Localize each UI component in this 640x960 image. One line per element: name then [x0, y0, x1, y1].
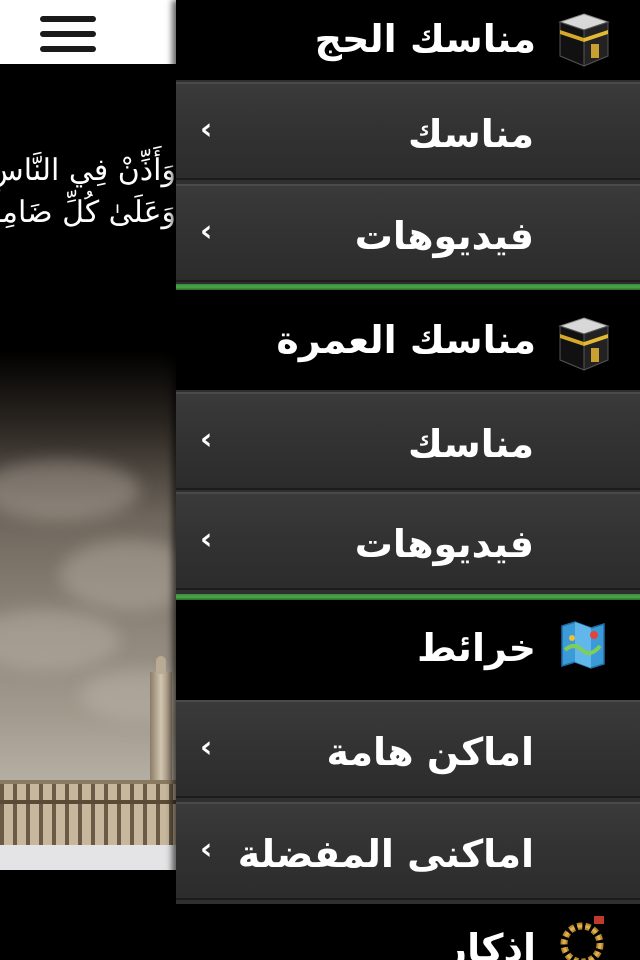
kaaba-icon [558, 12, 610, 68]
section-header-hajj[interactable]: مناسك الحج [176, 0, 640, 80]
kaaba-icon [558, 316, 610, 372]
verse-line-1: وَأَذِّنْ فِي النَّاسِ بِالْحَجِّ يَأْتُ… [0, 153, 176, 188]
screen: وَأَذِّنْ فِي النَّاسِ بِالْحَجِّ يَأْتُ… [0, 0, 640, 960]
section-header-umrah[interactable]: مناسك العمرة [176, 290, 640, 390]
menu-item-umrah-rituals[interactable]: ‹ مناسك [176, 392, 640, 490]
menu-item-label: مناسك [407, 112, 534, 156]
quran-verse: وَأَذِّنْ فِي النَّاسِ بِالْحَجِّ يَأْتُ… [0, 150, 176, 234]
menu-item-label: فيديوهات [354, 522, 534, 566]
section-title: مناسك الحج [314, 17, 536, 61]
chevron-left-icon: ‹ [200, 422, 213, 457]
chevron-left-icon: ‹ [200, 112, 213, 147]
background-page: وَأَذِّنْ فِي النَّاسِ بِالْحَجِّ يَأْتُ… [0, 0, 178, 960]
courtyard-image [0, 845, 178, 870]
menu-item-important-places[interactable]: ‹ اماكن هامة [176, 700, 640, 798]
minaret-image [150, 656, 172, 782]
mosque-arcade-image [0, 780, 178, 849]
chevron-left-icon: ‹ [200, 522, 213, 557]
section-header-adhkar[interactable]: اذكار [176, 904, 640, 960]
section-title: مناسك العمرة [276, 318, 536, 362]
map-icon [560, 620, 606, 670]
chevron-left-icon: ‹ [200, 214, 213, 249]
menu-item-label: اماكنى المفضلة [237, 832, 534, 876]
menu-item-hajj-videos[interactable]: ‹ فيديوهات [176, 184, 640, 282]
chevron-left-icon: ‹ [200, 832, 213, 867]
navigation-drawer: مناسك الحج ‹ مناسك ‹ فيديوهات مناسك العم… [176, 0, 640, 960]
menu-item-umrah-videos[interactable]: ‹ فيديوهات [176, 492, 640, 590]
section-title: اذكار [445, 926, 536, 960]
menu-item-favorite-places[interactable]: ‹ اماكنى المفضلة [176, 802, 640, 900]
section-title: خرائط [416, 626, 536, 670]
prayer-beads-icon [554, 914, 610, 960]
hamburger-menu-icon[interactable] [40, 14, 96, 54]
verse-line-2: وَعَلَىٰ كُلِّ ضَامِرٍ يَأْتِينَ مِنْ كُ… [0, 195, 176, 230]
menu-item-label: فيديوهات [354, 214, 534, 258]
top-bar [0, 0, 178, 64]
menu-item-label: مناسك [407, 422, 534, 466]
menu-item-hajj-rituals[interactable]: ‹ مناسك [176, 82, 640, 180]
menu-item-label: اماكن هامة [326, 730, 534, 774]
chevron-left-icon: ‹ [200, 730, 213, 765]
section-header-maps[interactable]: خرائط [176, 600, 640, 700]
